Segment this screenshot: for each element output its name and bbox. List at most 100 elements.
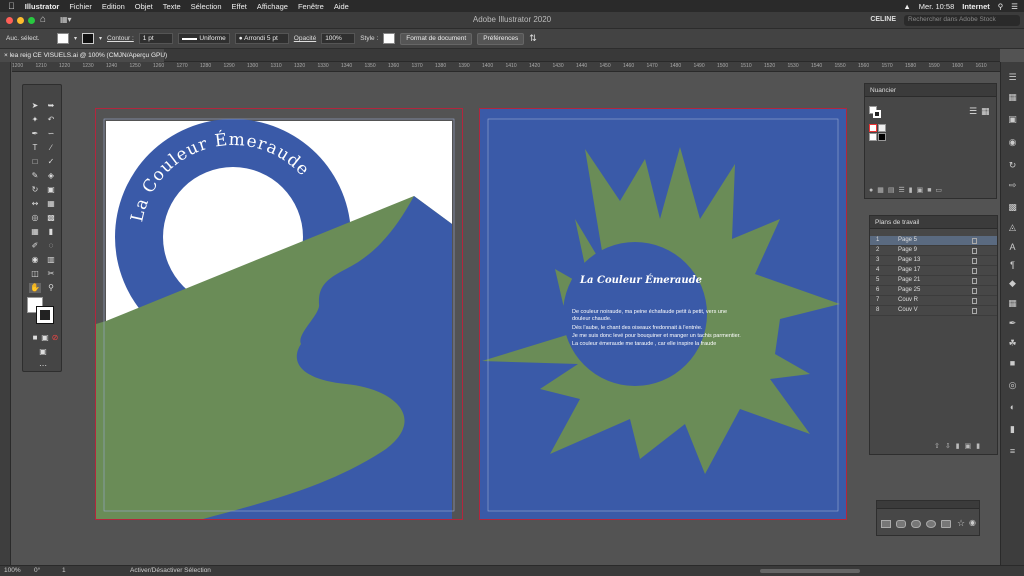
rectangle-shape-icon[interactable] (881, 520, 891, 528)
arrange-icon[interactable]: ⇅ (529, 33, 537, 44)
menu-objet[interactable]: Objet (135, 2, 153, 11)
rotation-angle[interactable]: 0° (34, 567, 40, 574)
artboard-options-icon[interactable] (972, 238, 977, 244)
menu-affichage[interactable]: Affichage (257, 2, 288, 11)
close-tab-icon[interactable]: × (4, 52, 8, 59)
artboard-options-icon[interactable] (972, 258, 977, 264)
swatch-none[interactable] (869, 124, 877, 132)
color-panel-icon[interactable]: ◉ (1007, 137, 1018, 148)
artboard-options-icon[interactable] (972, 278, 977, 284)
document-tab[interactable]: × lea reig CE VISUELS.ai @ 100% (CMJN/Ap… (0, 49, 167, 62)
line-tool-icon[interactable]: ∕ (45, 143, 57, 153)
workspace-selector[interactable]: CELINE (870, 16, 896, 23)
opacity-label[interactable]: Opacité (294, 35, 316, 42)
swatches-icon[interactable]: ▦ (1007, 298, 1018, 309)
direct-selection-tool-icon[interactable]: ➥ (45, 101, 57, 111)
more-tools-icon[interactable]: ⋯ (37, 361, 49, 371)
artboard-options-icon[interactable] (972, 308, 977, 314)
swatch-white[interactable] (869, 133, 877, 141)
grid-view-icon[interactable]: ▦ (981, 106, 990, 117)
artboard-options-icon[interactable] (972, 288, 977, 294)
curvature-tool-icon[interactable]: ∽ (45, 129, 57, 139)
shaper-tool-icon[interactable]: ✎ (29, 171, 41, 181)
stroke-swatch[interactable] (36, 306, 54, 324)
rectangle-tool-icon[interactable]: □ (29, 157, 41, 167)
artboard-row[interactable]: 4 Page 17 (870, 266, 997, 276)
none-mode-icon[interactable]: ⊘ (49, 333, 61, 343)
menu-list-icon[interactable]: ☰ (1011, 2, 1018, 11)
preferences-button[interactable]: Préférences (477, 32, 525, 45)
artboard-tool-icon[interactable]: ◫ (29, 269, 41, 279)
graph-tool-icon[interactable]: ▥ (45, 255, 57, 265)
horizontal-ruler[interactable]: 1200 1210 1220 1230 1240 1250 1260 1270 1280 1290… (12, 62, 1000, 72)
gradient-tool-icon[interactable]: ▮ (45, 227, 57, 237)
pathfinder-icon[interactable]: ◬ (1007, 222, 1018, 233)
brush-select[interactable]: ● Arrondi 5 pt (234, 33, 289, 44)
shapes-panel-header[interactable] (877, 501, 979, 509)
artboard-page-5[interactable]: La Couleur Émeraude (95, 108, 463, 520)
clock[interactable]: Mer. 10:58 (919, 2, 954, 11)
menu-selection[interactable]: Sélection (191, 2, 222, 11)
paintbrush-tool-icon[interactable]: ✓ (45, 157, 57, 167)
artboards-panel-title[interactable]: Plans de travail (870, 216, 997, 229)
rounded-rect-shape-icon[interactable] (896, 520, 906, 528)
swatch-black[interactable] (878, 133, 886, 141)
appearance-icon[interactable]: ◎ (1007, 380, 1018, 391)
stroke-dropdown-icon[interactable]: ▾ (99, 35, 102, 42)
character-icon[interactable]: A (1007, 242, 1018, 253)
draw-mode-icon[interactable]: ▣ (37, 347, 49, 357)
perspective-grid-icon[interactable]: ▩ (45, 213, 57, 223)
artboard-row[interactable]: 6 Page 25 (870, 286, 997, 296)
horizontal-scrollbar[interactable] (760, 569, 860, 573)
hand-tool-icon[interactable]: ✋ (29, 283, 41, 293)
libraries-icon[interactable]: ▣ (1007, 114, 1018, 125)
zoom-level[interactable]: 100% (4, 567, 21, 574)
menu-edition[interactable]: Edition (102, 2, 125, 11)
status-text[interactable]: Activer/Désactiver Sélection (130, 567, 211, 574)
stroke-panel-icon[interactable]: ≡ (1007, 446, 1018, 457)
pen-tool-icon[interactable]: ✒ (29, 129, 41, 139)
scale-tool-icon[interactable]: ▣ (45, 185, 57, 195)
wifi-icon[interactable]: ▲ (903, 2, 910, 11)
network-label[interactable]: Internet (962, 2, 990, 11)
menu-aide[interactable]: Aide (334, 2, 349, 11)
shape-builder-icon[interactable]: ◎ (29, 213, 41, 223)
align-icon[interactable]: ▩ (1007, 202, 1018, 213)
swatches-panel-title[interactable]: Nuancier (865, 84, 996, 97)
zoom-tool-icon[interactable]: ⚲ (45, 283, 57, 293)
symbols-icon[interactable]: ☘ (1007, 338, 1018, 349)
artboard-panel-buttons[interactable]: ⇧⇩▮▣▮ (934, 442, 985, 450)
paragraph-icon[interactable]: ¶ (1007, 260, 1018, 271)
magic-wand-icon[interactable]: ✦ (29, 115, 41, 125)
fill-dropdown-icon[interactable]: ▾ (74, 35, 77, 42)
stroke-color-swatch[interactable] (82, 33, 95, 44)
gradient-panel-icon[interactable]: ▮ (1007, 424, 1018, 435)
apple-icon[interactable]:  (8, 1, 15, 11)
free-transform-icon[interactable]: ▦ (45, 199, 57, 209)
search-icon[interactable]: ⚲ (998, 2, 1004, 11)
artboard-row[interactable]: 2 Page 9 (870, 246, 997, 256)
opacity-field[interactable]: 100% (321, 33, 356, 44)
document-format-button[interactable]: Format de document (400, 32, 473, 45)
menu-app[interactable]: Illustrator (25, 2, 60, 11)
menu-effet[interactable]: Effet (232, 2, 247, 11)
artboard-row[interactable]: 7 Couv R (870, 296, 997, 306)
artboard-options-icon[interactable] (972, 248, 977, 254)
eraser-tool-icon[interactable]: ◈ (45, 171, 57, 181)
vertical-ruler[interactable] (0, 62, 11, 565)
transparency-icon[interactable]: ◐ (1007, 402, 1018, 413)
list-view-icon[interactable]: ☰ (969, 106, 977, 117)
star-shape-icon[interactable]: ☆ (957, 518, 965, 529)
type-tool-icon[interactable]: T (29, 143, 41, 153)
artboard-row[interactable]: 1 Page 5 (870, 236, 997, 246)
flare-shape-icon[interactable]: ◉ (969, 518, 976, 527)
menu-fenetre[interactable]: Fenêtre (298, 2, 324, 11)
circle-shape-icon[interactable] (926, 520, 936, 528)
artboard-row[interactable]: 3 Page 13 (870, 256, 997, 266)
selection-tool-icon[interactable]: ➤ (29, 101, 41, 111)
ellipse-shape-icon[interactable] (911, 520, 921, 528)
rotate-tool-icon[interactable]: ↻ (29, 185, 41, 195)
menu-texte[interactable]: Texte (163, 2, 181, 11)
mesh-tool-icon[interactable]: ▦ (29, 227, 41, 237)
artboard-options-icon[interactable] (972, 268, 977, 274)
